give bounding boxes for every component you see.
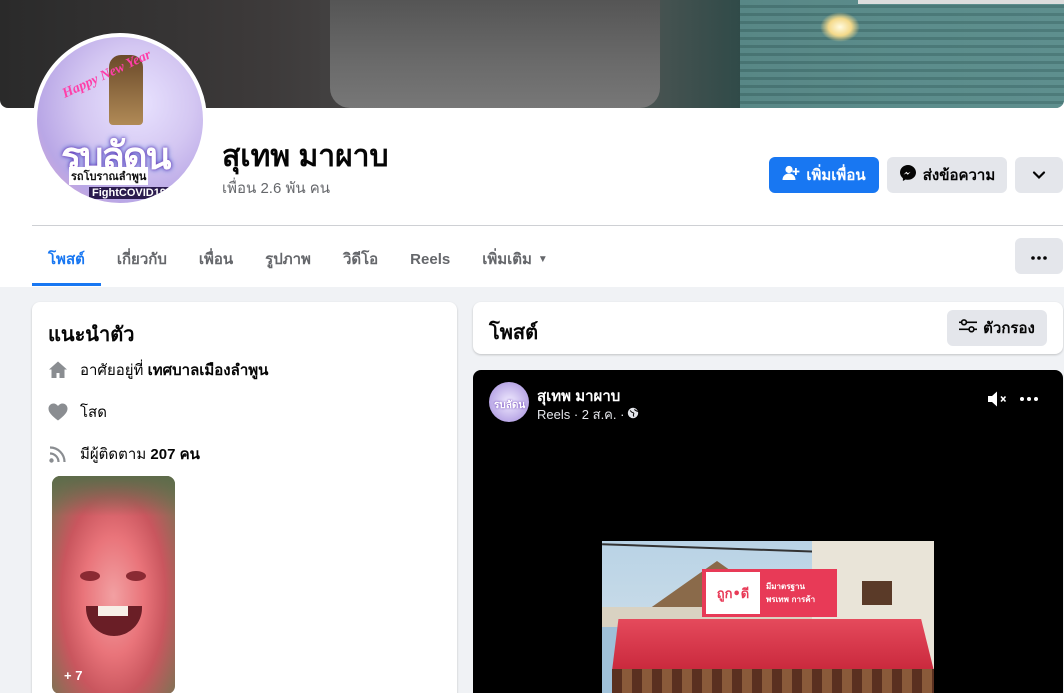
intro-card: แนะนำตัว อาศัยอยู่ที่ เทศบาลเมืองลำพูน โ… [32, 302, 457, 693]
avatar-badge: FightCOVID19 [89, 187, 169, 199]
tab-label: รูปภาพ [265, 251, 311, 268]
add-friend-button[interactable]: เพิ่มเพื่อน [769, 157, 879, 193]
tab-friends[interactable]: เพื่อน [183, 232, 249, 286]
person-plus-icon [782, 165, 800, 185]
video-sign-text: มีมาตรฐาน พรเทพ การค้า [766, 580, 815, 606]
intro-title: แนะนำตัว [48, 324, 135, 346]
posts-title: โพสต์ [489, 322, 539, 344]
tab-more[interactable]: เพิ่มเติม ▼ [466, 232, 564, 286]
reel-more-button[interactable] [1020, 388, 1038, 406]
video-sign-logo-text: ถูก•ดี [716, 586, 750, 602]
video-sign-name: พรเทพ การค้า [766, 595, 816, 604]
photo-teeth [98, 606, 128, 616]
reel-meta: Reels · 2 ส.ค. · [537, 404, 639, 425]
intro-lives-text: อาศัยอยู่ที่ เทศบาลเมืองลำพูน [80, 358, 268, 382]
video-shop-sign: ถูก•ดี มีมาตรฐาน พรเทพ การค้า [702, 569, 837, 617]
intro-followers-prefix: มีผู้ติดตาม [80, 446, 151, 463]
profile-avatar[interactable]: Happy New Year รบลัดน รถโบราณลำพูน Fight… [33, 33, 207, 207]
posts-header-card: โพสต์ ตัวกรอง [473, 302, 1063, 354]
profile-header: Happy New Year รบลัดน รถโบราณลำพูน Fight… [0, 0, 1064, 287]
header-divider [32, 225, 1063, 226]
tab-about[interactable]: เกี่ยวกับ [101, 232, 183, 286]
tab-label: เกี่ยวกับ [116, 251, 167, 268]
video-window [862, 581, 892, 605]
cover-edge [858, 0, 1064, 4]
reel-avatar-text: รบลัดน [494, 400, 526, 411]
profile-more-button[interactable] [1015, 157, 1063, 193]
tab-label: เพื่อน [198, 251, 234, 268]
speaker-muted-icon[interactable] [987, 390, 1009, 413]
intro-lives-place[interactable]: เทศบาลเมืองลำพูน [148, 362, 269, 379]
intro-lives-prefix: อาศัยอยู่ที่ [80, 362, 148, 379]
intro-relationship-text: โสด [80, 404, 107, 421]
photo-rind [52, 476, 175, 516]
home-icon [48, 360, 68, 380]
photo-eye [80, 571, 100, 581]
tab-photos[interactable]: รูปภาพ [249, 232, 327, 286]
tabs-overflow-button[interactable] [1015, 238, 1063, 274]
profile-name: สุเทพ มาผาบ [222, 140, 389, 173]
video-shopfront [612, 669, 934, 693]
more-dots-icon [1031, 247, 1047, 265]
chevron-down-icon [1032, 167, 1046, 184]
add-friend-label: เพิ่มเพื่อน [806, 167, 866, 184]
rss-icon [48, 444, 68, 464]
tab-label: วิดีโอ [342, 251, 379, 268]
filter-button[interactable]: ตัวกรอง [947, 310, 1047, 346]
photo-eye [126, 571, 146, 581]
reel-post[interactable]: รบลัดน สุเทพ มาผาบ Reels · 2 ส.ค. · ถูก•… [473, 370, 1063, 693]
profile-tabs: โพสต์ เกี่ยวกับ เพื่อน รูปภาพ วิดีโอ Ree… [32, 232, 564, 286]
cover-lamp [820, 12, 860, 42]
featured-photo-count: + 7 [64, 668, 83, 683]
featured-photo[interactable]: + 7 [52, 476, 175, 693]
reel-meta-text[interactable]: Reels · 2 ส.ค. · [537, 404, 624, 425]
tab-label: Reels [410, 250, 451, 268]
avatar-sub-text: รถโบราณลำพูน [69, 167, 149, 185]
video-awning [612, 619, 934, 671]
messenger-icon [899, 164, 917, 186]
intro-followers-text: มีผู้ติดตาม 207 คน [80, 442, 200, 466]
intro-lives: อาศัยอยู่ที่ เทศบาลเมืองลำพูน [48, 358, 268, 382]
sliders-icon [959, 319, 978, 337]
tab-videos[interactable]: วิดีโอ [327, 232, 394, 286]
intro-followers-count[interactable]: 207 คน [150, 446, 199, 463]
intro-followers: มีผู้ติดตาม 207 คน [48, 442, 200, 466]
intro-relationship: โสด [48, 400, 107, 424]
message-button[interactable]: ส่งข้อความ [887, 157, 1007, 193]
globe-icon [627, 407, 639, 422]
video-sign-logo: ถูก•ดี [706, 572, 760, 614]
reel-video-frame[interactable]: ถูก•ดี มีมาตรฐาน พรเทพ การค้า [602, 541, 934, 693]
video-sign-sub: มีมาตรฐาน [766, 582, 805, 591]
tab-label: โพสต์ [48, 251, 85, 268]
tab-label: เพิ่มเติม [482, 251, 532, 268]
message-label: ส่งข้อความ [922, 167, 996, 184]
tab-posts[interactable]: โพสต์ [32, 232, 101, 286]
filter-label: ตัวกรอง [983, 320, 1035, 337]
caret-down-icon: ▼ [537, 253, 548, 265]
reel-author-avatar[interactable]: รบลัดน [489, 382, 529, 422]
friend-count[interactable]: เพื่อน 2.6 พัน คน [222, 176, 330, 200]
heart-icon [48, 402, 68, 422]
cover-person [330, 0, 660, 108]
cover-shutter [740, 0, 1064, 108]
tab-reels[interactable]: Reels [394, 232, 466, 286]
